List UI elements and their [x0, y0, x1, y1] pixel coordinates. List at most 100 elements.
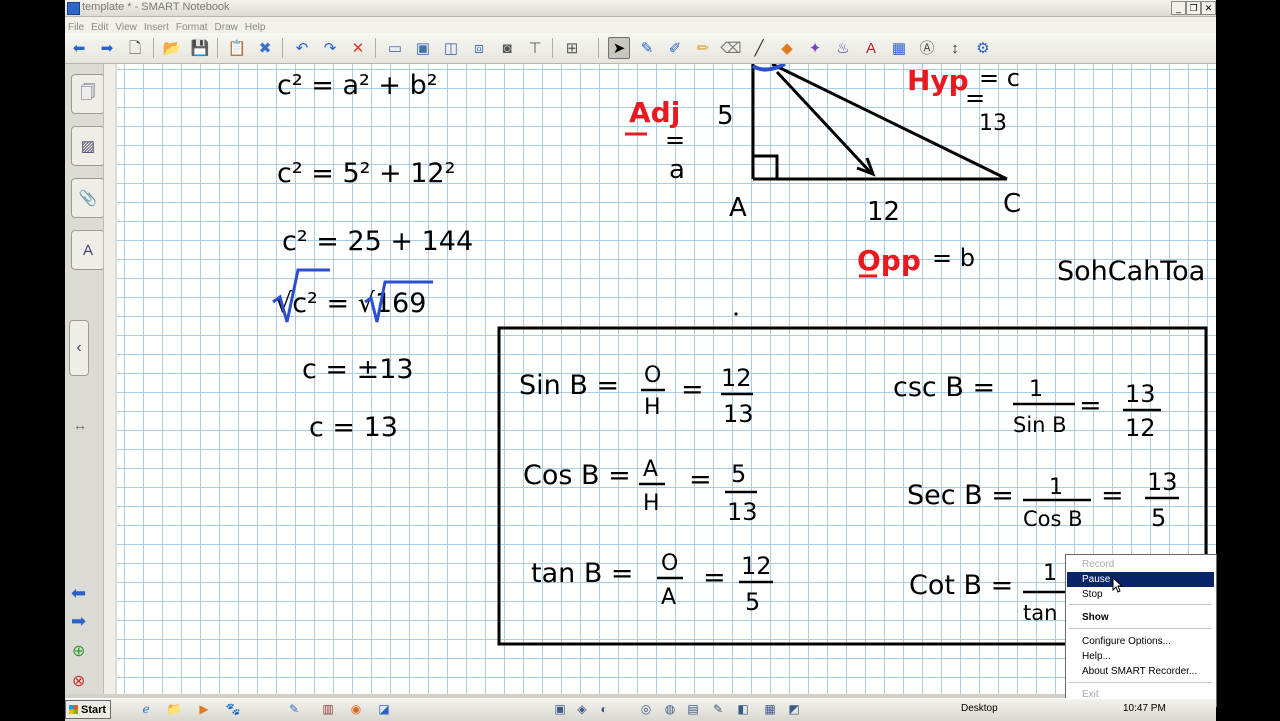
document-camera-icon[interactable]: ⊤ — [524, 37, 546, 59]
fill-icon[interactable]: ♨ — [832, 37, 854, 59]
properties-icon[interactable]: ▦ — [888, 37, 910, 59]
tray-app4-icon[interactable]: ◩ — [786, 702, 802, 717]
capture-icon[interactable]: ⧈ — [468, 37, 490, 59]
paste-icon[interactable]: 📋 — [226, 37, 248, 59]
clear-icon[interactable]: ✕ — [347, 37, 369, 59]
next-page-button[interactable]: ➡ — [71, 612, 86, 630]
firefox-icon[interactable]: ◉ — [348, 702, 364, 717]
line-icon[interactable]: ╱ — [748, 37, 770, 59]
creative-pen-icon[interactable]: ✐ — [664, 37, 686, 59]
side-panel: 🗍 ▨ 📎 A ‹ ↔ ⬅ ➡ ⊕ ⊗ — [65, 64, 118, 694]
menu-view[interactable]: View — [112, 20, 141, 33]
notebook-icon[interactable]: ◪ — [376, 702, 392, 717]
show-menu-item[interactable]: Show — [1067, 610, 1214, 625]
highlighter-icon[interactable]: ✏ — [692, 37, 714, 59]
delete-page-button[interactable]: ⊗ — [72, 674, 85, 690]
redo-icon[interactable]: ↷ — [319, 37, 341, 59]
menu-insert[interactable]: Insert — [141, 20, 173, 33]
library-icon[interactable]: ▥ — [320, 702, 336, 717]
equation-line-4: √c² = √169 — [275, 288, 426, 319]
maximize-button[interactable]: ❐ — [1186, 1, 1201, 15]
media-player-icon[interactable]: ▶ — [196, 702, 212, 717]
previous-page-button[interactable]: ⬅ — [71, 584, 86, 602]
add-page-button[interactable]: ⊕ — [72, 644, 85, 660]
cos-denominator: H — [643, 491, 660, 516]
toolbar-separator — [552, 38, 553, 58]
toolbar: ⬅ ➡ 🗋 📂 💾 📋 ✖ ↶ ↷ ✕ ▭ ▣ ◫ ⧈ ◙ ⊤ ⊞ ➤ ✎ ✐ ✏ ⌫ ╱ ◆ ✦ ♨ A ▦ Ⓐ ↕ ⚙ — [65, 33, 1216, 64]
camera-icon[interactable]: ◙ — [496, 37, 518, 59]
tray-app3-icon[interactable]: ▦ — [762, 702, 778, 717]
properties-tab[interactable]: A — [71, 230, 105, 270]
menu-separator — [1069, 682, 1212, 683]
pythagoras-work: c² = a² + b² c² = 5² + 12² c² = 25 + 144… — [275, 70, 473, 443]
menu-help[interactable]: Help — [242, 20, 270, 33]
tan-value-denominator: 5 — [745, 588, 760, 616]
magic-pen-icon[interactable]: ✦ — [804, 37, 826, 59]
tray-app2-icon[interactable]: ◧ — [735, 702, 751, 717]
explorer-icon[interactable]: 📁 — [166, 702, 182, 717]
eraser-icon[interactable]: ⌫ — [720, 37, 742, 59]
sin-numerator: O — [644, 363, 661, 388]
menu-draw[interactable]: Draw — [212, 20, 242, 33]
configure-options-menu-item[interactable]: Configure Options... — [1067, 634, 1214, 649]
gimp-icon[interactable]: 🐾 — [225, 702, 241, 717]
tray-chrome-icon[interactable]: ◎ — [638, 702, 654, 717]
select-pointer-icon[interactable]: ➤ — [608, 37, 630, 59]
tray-paint-icon[interactable]: ✎ — [710, 702, 726, 717]
screen-shade-icon[interactable]: ▣ — [412, 37, 434, 59]
delete-icon[interactable]: ✖ — [254, 37, 276, 59]
full-screen-icon[interactable]: ▭ — [384, 37, 406, 59]
equation-line-6: c = 13 — [309, 412, 398, 443]
pen-icon[interactable]: ✎ — [636, 37, 658, 59]
pause-menu-item[interactable]: Pause — [1067, 572, 1214, 587]
gallery-tab[interactable]: ▨ — [71, 126, 105, 166]
record-menu-item: Record — [1082, 559, 1115, 570]
open-folder-icon[interactable]: 📂 — [161, 37, 183, 59]
hyp-equals: = c — [979, 64, 1020, 92]
tray-security-icon[interactable]: ◍ — [662, 702, 678, 717]
menu-file[interactable]: File — [65, 20, 88, 33]
paint-icon[interactable]: ✎ — [286, 702, 302, 717]
resize-handle-icon[interactable]: ↔ — [73, 418, 87, 432]
table-icon[interactable]: ⊞ — [561, 37, 583, 59]
menu-format[interactable]: Format — [173, 20, 212, 33]
side-ab-label: 5 — [717, 101, 734, 131]
cot-numerator: 1 — [1043, 561, 1057, 586]
undo-icon[interactable]: ↶ — [291, 37, 313, 59]
cot-label: Cot B = — [909, 570, 1013, 601]
tray-volume-icon[interactable]: ◐ — [596, 702, 612, 717]
desktop-toolbar-label[interactable]: Desktop — [961, 703, 998, 714]
windows-logo-icon — [69, 705, 78, 714]
back-arrow-icon[interactable]: ⬅ — [68, 37, 90, 59]
forward-arrow-icon[interactable]: ➡ — [96, 37, 118, 59]
tray-monitor-icon[interactable]: ▣ — [552, 702, 568, 717]
minimize-button[interactable]: _ — [1171, 1, 1186, 15]
side-scrollbar[interactable] — [103, 64, 115, 694]
csc-value-numerator: 13 — [1125, 380, 1156, 408]
shapes-icon[interactable]: ◆ — [776, 37, 798, 59]
attachments-tab[interactable]: 📎 — [71, 178, 105, 218]
menu-edit[interactable]: Edit — [88, 20, 112, 33]
page-sorter-tab[interactable]: 🗍 — [71, 74, 105, 114]
dual-screen-icon[interactable]: ◫ — [440, 37, 462, 59]
menu-separator — [1069, 628, 1212, 629]
tray-app-icon[interactable]: ▤ — [685, 702, 701, 717]
about-menu-item[interactable]: About SMART Recorder... — [1067, 664, 1214, 679]
whiteboard-canvas[interactable]: c² = a² + b² c² = 5² + 12² c² = 25 + 144… — [117, 64, 1216, 694]
collapse-sidebar-button[interactable]: ‹ — [69, 320, 89, 376]
text-icon[interactable]: A — [860, 37, 882, 59]
customize-icon[interactable]: ⚙ — [972, 37, 994, 59]
cos-numerator: A — [643, 457, 658, 482]
tray-network-icon[interactable]: ◈ — [574, 702, 590, 717]
start-button[interactable]: Start — [65, 700, 111, 719]
move-toolbar-icon[interactable]: ↕ — [944, 37, 966, 59]
tan-denominator: A — [661, 585, 676, 610]
help-menu-item[interactable]: Help... — [1067, 649, 1214, 664]
stop-menu-item[interactable]: Stop — [1067, 587, 1214, 602]
recognize-icon[interactable]: Ⓐ — [916, 37, 938, 59]
internet-explorer-icon[interactable]: ℯ — [138, 702, 154, 717]
add-page-icon[interactable]: 🗋 — [124, 37, 146, 59]
close-button[interactable]: ✕ — [1201, 1, 1216, 15]
save-icon[interactable]: 💾 — [189, 37, 211, 59]
sec-equals: = — [1101, 480, 1124, 511]
